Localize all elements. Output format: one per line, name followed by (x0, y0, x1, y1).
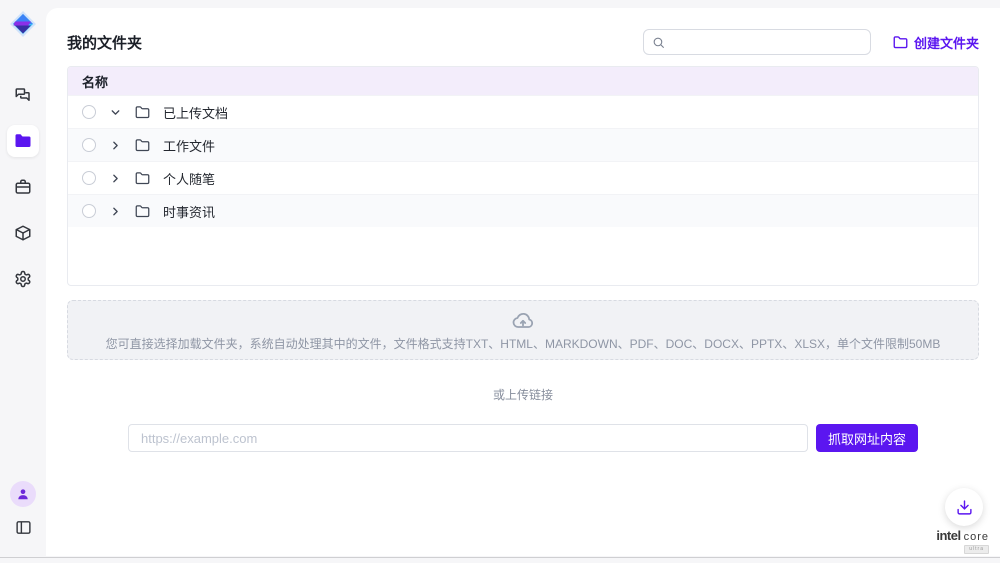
folder-table: 名称 已上传文档 工作文件 (67, 66, 979, 286)
main-panel: 我的文件夹 创建文件夹 名称 已上传文档 (46, 8, 1000, 556)
row-label: 个人随笔 (163, 169, 215, 188)
row-label: 时事资讯 (163, 202, 215, 221)
or-upload-link-label: 或上传链接 (67, 386, 979, 403)
chevron-down-icon[interactable] (109, 106, 122, 119)
intel-ultra-badge: ultra (964, 545, 989, 554)
row-checkbox[interactable] (82, 204, 96, 218)
row-label: 已上传文档 (163, 103, 228, 122)
create-folder-label: 创建文件夹 (914, 33, 979, 52)
panel-toggle-icon (15, 519, 32, 536)
app-logo (8, 9, 38, 39)
search-box (643, 29, 871, 55)
folder-icon (14, 132, 32, 150)
table-row-personal-notes[interactable]: 个人随笔 (68, 161, 978, 194)
topbar: 我的文件夹 创建文件夹 (67, 8, 979, 56)
folder-icon (135, 204, 150, 219)
folder-icon (135, 105, 150, 120)
folder-icon (135, 138, 150, 153)
avatar[interactable] (10, 481, 36, 507)
intel-series-text: core (964, 532, 989, 543)
download-icon (956, 499, 973, 516)
window-bottom-edge (0, 557, 1000, 558)
table-row-news[interactable]: 时事资讯 (68, 194, 978, 227)
chevron-right-icon[interactable] (109, 172, 122, 185)
row-checkbox[interactable] (82, 105, 96, 119)
chat-icon (14, 86, 32, 104)
sidebar-item-folders[interactable] (7, 125, 39, 157)
sidebar (0, 0, 46, 553)
row-checkbox[interactable] (82, 171, 96, 185)
fetch-url-button[interactable]: 抓取网址内容 (816, 424, 918, 452)
search-input[interactable] (671, 35, 862, 49)
cloud-upload-icon (511, 309, 535, 333)
create-folder-button[interactable]: 创建文件夹 (893, 33, 979, 52)
briefcase-icon (14, 178, 32, 196)
row-checkbox[interactable] (82, 138, 96, 152)
sidebar-bottom (10, 481, 36, 553)
column-name-label: 名称 (82, 72, 108, 91)
page-title: 我的文件夹 (67, 32, 142, 53)
table-header: 名称 (68, 67, 978, 95)
sidebar-item-settings[interactable] (7, 263, 39, 295)
sidebar-nav (7, 79, 39, 295)
download-fab-button[interactable] (945, 488, 983, 526)
sidebar-item-models[interactable] (7, 217, 39, 249)
intel-core-logo: intel core ultra (936, 529, 989, 554)
upload-dropzone[interactable]: 您可直接选择加载文件夹，系统自动处理其中的文件，文件格式支持TXT、HTML、M… (67, 300, 979, 360)
sidebar-collapse-button[interactable] (11, 515, 35, 539)
folder-plus-icon (893, 35, 908, 50)
intel-brand-text: intel (936, 529, 960, 542)
upload-hint: 您可直接选择加载文件夹，系统自动处理其中的文件，文件格式支持TXT、HTML、M… (106, 335, 941, 352)
sidebar-item-workspace[interactable] (7, 171, 39, 203)
url-row: 抓取网址内容 (67, 424, 979, 452)
sidebar-item-chat[interactable] (7, 79, 39, 111)
user-icon (16, 487, 30, 501)
row-label: 工作文件 (163, 136, 215, 155)
search-icon (652, 36, 665, 49)
chevron-right-icon[interactable] (109, 139, 122, 152)
cube-icon (14, 224, 32, 242)
folder-icon (135, 171, 150, 186)
gear-icon (14, 270, 32, 288)
logo-diamond-icon (9, 10, 37, 38)
url-input[interactable] (128, 424, 808, 452)
table-row-work-files[interactable]: 工作文件 (68, 128, 978, 161)
chevron-right-icon[interactable] (109, 205, 122, 218)
table-row-uploaded-docs[interactable]: 已上传文档 (68, 95, 978, 128)
